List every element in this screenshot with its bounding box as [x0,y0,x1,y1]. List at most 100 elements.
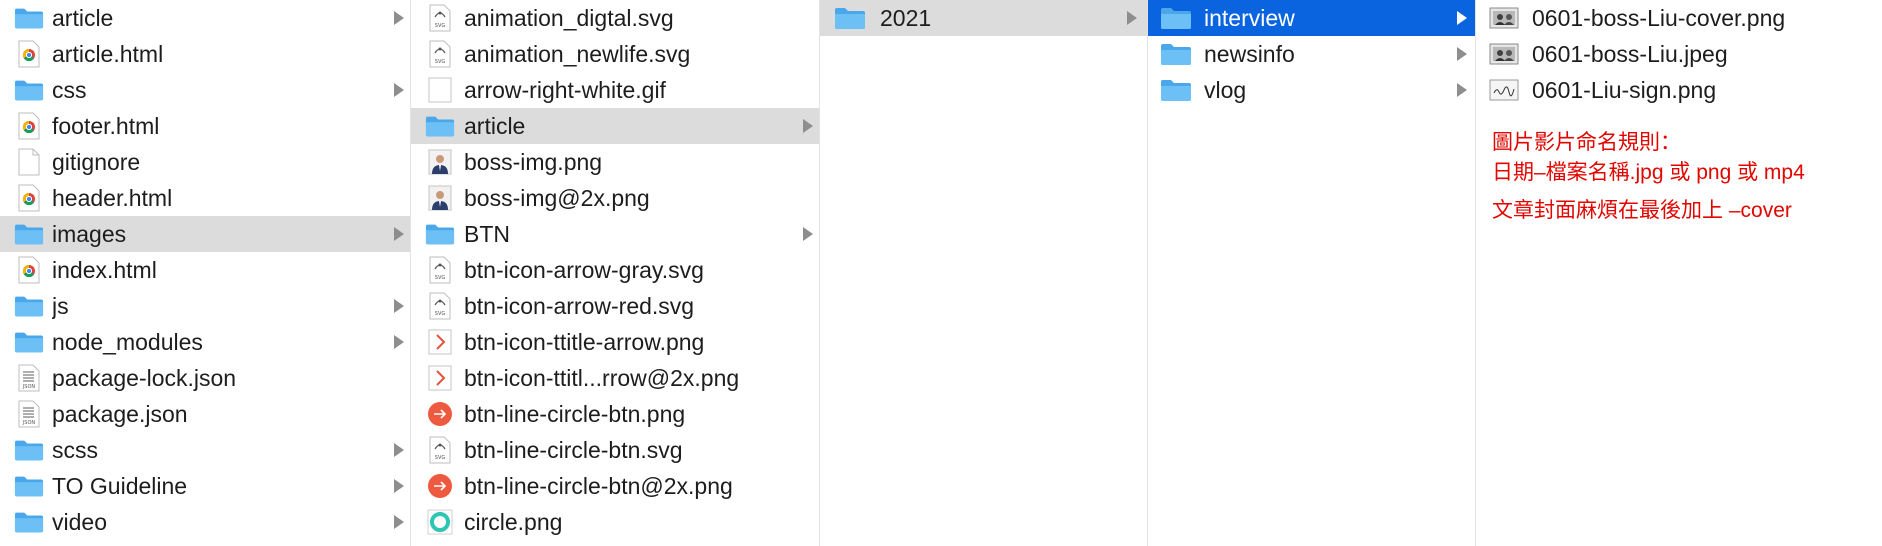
folder-icon [1160,78,1192,102]
folder-row[interactable]: images [0,216,410,252]
folder-row[interactable]: vlog [1148,72,1475,108]
svg-text:JSON: JSON [22,420,36,426]
item-name: 0601-boss-Liu-cover.png [1532,4,1786,31]
file-row[interactable]: arrow-right-white.gif [411,72,819,108]
file-row[interactable]: SVG btn-icon-arrow-gray.svg [411,252,819,288]
file-row[interactable]: btn-line-circle-btn.png [411,396,819,432]
file-row[interactable]: SVG animation_newlife.svg [411,36,819,72]
folder-icon [14,222,44,246]
file-row[interactable]: footer.html [0,108,410,144]
file-row[interactable]: article.html [0,36,410,72]
disclosure-arrow-icon [1457,83,1467,97]
column-project-root[interactable]: article article.html css footer.html gitigno… [0,0,411,546]
item-name: btn-icon-arrow-gray.svg [464,256,704,283]
folder-icon [425,114,455,138]
item-name: TO Guideline [52,472,188,499]
svg-file-icon: SVG [425,436,455,464]
column-article[interactable]: 2021 [820,0,1148,546]
disclosure-arrow-icon [394,515,404,529]
teal-ring-image-icon [425,509,455,535]
svg-text:SVG: SVG [435,59,446,65]
chrome-html-file-icon [14,256,44,284]
folder-row[interactable]: css [0,72,410,108]
disclosure-arrow-icon [394,479,404,493]
column-interview[interactable]: 0601-boss-Liu-cover.png 0601-boss-Liu.jpe… [1476,0,1882,546]
item-name: css [52,76,87,103]
gif-file-icon [425,77,455,103]
folder-row[interactable]: 2021 [820,0,1147,36]
item-name: index.html [52,256,157,283]
portrait-image-icon [425,185,455,211]
disclosure-arrow-icon [394,11,404,25]
file-row[interactable]: btn-icon-ttitl...rrow@2x.png [411,360,819,396]
svg-file-icon: SVG [425,256,455,284]
item-name: article.html [52,40,164,67]
svg-text:SVG: SVG [435,275,446,281]
item-name: btn-icon-ttitle-arrow.png [464,328,705,355]
file-row[interactable]: 0601-Liu-sign.png [1476,72,1882,108]
file-row[interactable]: JSON package.json [0,396,410,432]
item-name: gitignore [52,148,141,175]
file-row[interactable]: index.html [0,252,410,288]
svg-text:SVG: SVG [435,23,446,29]
file-row[interactable]: 0601-boss-Liu-cover.png [1476,0,1882,36]
svg-text:JSON: JSON [22,384,36,390]
file-row[interactable]: btn-icon-ttitle-arrow.png [411,324,819,360]
item-name: animation_newlife.svg [464,40,691,67]
item-name: boss-img@2x.png [464,184,650,211]
file-row[interactable]: btn-line-circle-btn@2x.png [411,468,819,504]
folder-icon [14,6,44,30]
disclosure-arrow-icon [394,299,404,313]
folder-row[interactable]: interview [1148,0,1475,36]
folder-row[interactable]: video [0,504,410,540]
chrome-html-file-icon [14,40,44,68]
file-row[interactable]: 0601-boss-Liu.jpeg [1476,36,1882,72]
file-row[interactable]: SVG btn-line-circle-btn.svg [411,432,819,468]
folder-row[interactable]: TO Guideline [0,468,410,504]
item-name: article [464,112,526,139]
file-row[interactable]: SVG animation_digtal.svg [411,0,819,36]
folder-row[interactable]: js [0,288,410,324]
column-2021[interactable]: interview newsinfo vlog [1148,0,1476,546]
item-name: js [52,292,69,319]
file-row[interactable]: circle.png [411,504,819,540]
folder-row[interactable]: BTN [411,216,819,252]
folder-row[interactable]: node_modules [0,324,410,360]
photo-thumbnail-icon [1488,43,1520,65]
photo-thumbnail-icon [1488,7,1520,29]
svg-file-icon: SVG [425,4,455,32]
red-chevron-image-icon [425,329,455,355]
naming-rule-format: 日期–檔案名稱.jpg 或 png 或 mp4 [1492,161,1805,184]
file-row[interactable]: SVG btn-icon-arrow-red.svg [411,288,819,324]
disclosure-arrow-icon [803,119,813,133]
blank-file-icon [14,148,44,176]
file-row[interactable]: header.html [0,180,410,216]
folder-row[interactable]: newsinfo [1148,36,1475,72]
file-row[interactable]: JSON package-lock.json [0,360,410,396]
naming-rule-cover: 文章封面麻煩在最後加上 –cover [1492,199,1792,222]
svg-file-icon: SVG [425,292,455,320]
item-name: footer.html [52,112,160,139]
column-images[interactable]: SVG animation_digtal.svg SVG animation_newl… [411,0,820,546]
file-row[interactable]: gitignore [0,144,410,180]
item-name: node_modules [52,328,203,355]
item-name: arrow-right-white.gif [464,76,666,103]
disclosure-arrow-icon [394,335,404,349]
file-row[interactable]: boss-img@2x.png [411,180,819,216]
item-name: btn-line-circle-btn@2x.png [464,472,733,499]
disclosure-arrow-icon [803,227,813,241]
portrait-image-icon [425,149,455,175]
folder-row[interactable]: article [411,108,819,144]
item-name: BTN [464,220,510,247]
disclosure-arrow-icon [1127,11,1137,25]
file-row[interactable]: boss-img.png [411,144,819,180]
disclosure-arrow-icon [394,227,404,241]
folder-row[interactable]: article [0,0,410,36]
folder-icon [14,510,44,534]
folder-row[interactable]: scss [0,432,410,468]
svg-file-icon: SVG [425,40,455,68]
red-chevron-image-icon [425,365,455,391]
folder-icon [14,294,44,318]
item-name: 2021 [880,4,932,31]
chrome-html-file-icon [14,112,44,140]
